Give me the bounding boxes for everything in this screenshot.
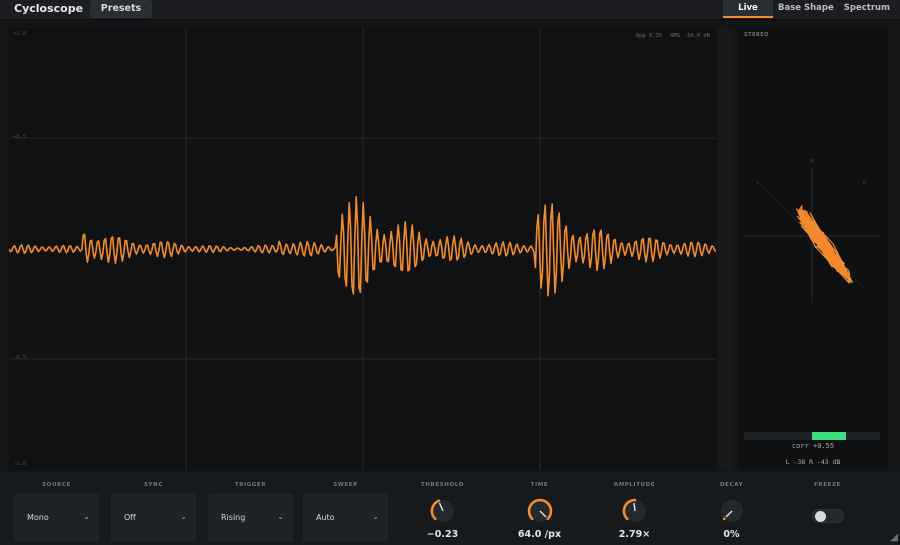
source-label: SOURCE xyxy=(42,482,71,488)
chevron-down-icon: ⌄ xyxy=(83,512,90,521)
chevron-down-icon: ⌄ xyxy=(180,512,187,521)
correlation-readout: corr +0.55 xyxy=(791,442,835,450)
control-bar: SOURCE Mono ⌄ SYNC Off ⌄ TRIGGER Rising … xyxy=(0,472,900,545)
sync-value: Off xyxy=(124,513,136,522)
axis-l-label: L xyxy=(757,180,760,186)
correlation-fill xyxy=(812,432,846,440)
rms-readout: RMS -34.0 dB xyxy=(670,33,710,39)
sweep-label: SWEEP xyxy=(333,482,358,488)
source-value: Mono xyxy=(27,513,49,522)
axis-r-label: R xyxy=(863,180,867,186)
y-label: -1.0 xyxy=(13,461,27,467)
app-title: Cycloscope xyxy=(14,2,84,15)
y-label: +0.5 xyxy=(13,134,27,140)
y-label: +1.0 xyxy=(13,31,27,37)
amplitude-knob[interactable] xyxy=(617,493,653,529)
y-label: -0.5 xyxy=(13,355,27,361)
trigger-dropdown[interactable]: Rising ⌄ xyxy=(208,494,293,542)
sweep-dropdown[interactable]: Auto ⌄ xyxy=(303,494,388,542)
axis-m-label: M xyxy=(810,159,815,165)
amplitude-label: AMPLITUDE xyxy=(613,482,656,488)
stereo-panel: STEREO M L R corr +0.55 L -38 R -43 dB xyxy=(738,28,888,470)
presets-button[interactable]: Presets xyxy=(90,0,152,18)
sweep-value: Auto xyxy=(316,513,335,522)
threshold-value: −0.23 xyxy=(426,529,459,540)
lissajous-path xyxy=(795,205,854,284)
freeze-toggle[interactable] xyxy=(812,509,844,523)
resize-grip-icon[interactable]: ◢ xyxy=(890,532,898,543)
time-value: 64.0 /px xyxy=(517,529,562,540)
decay-value: 0% xyxy=(723,529,740,540)
tab-base-shape[interactable]: Base Shape xyxy=(773,0,839,18)
sync-label: SYNC xyxy=(144,482,163,488)
chevron-down-icon: ⌄ xyxy=(372,512,379,521)
sync-dropdown[interactable]: Off ⌄ xyxy=(111,494,196,542)
stereo-scope xyxy=(744,168,880,303)
stereo-levels: L -38 R -43 dB xyxy=(785,458,841,466)
panel-divider[interactable] xyxy=(718,28,733,470)
tab-live[interactable]: Live xyxy=(723,0,773,18)
view-tabs: Live Base Shape Spectrum xyxy=(723,0,895,18)
vpp-readout: Vpp 0.35 xyxy=(635,33,663,39)
top-bar: Cycloscope Presets Live Base Shape Spect… xyxy=(0,0,900,20)
threshold-knob[interactable] xyxy=(425,493,461,529)
decay-knob[interactable] xyxy=(714,493,750,529)
freeze-label: FREEZE xyxy=(814,482,841,488)
source-dropdown[interactable]: Mono ⌄ xyxy=(14,494,99,542)
chevron-down-icon: ⌄ xyxy=(277,512,284,521)
time-knob[interactable] xyxy=(522,493,558,529)
tab-spectrum[interactable]: Spectrum xyxy=(839,0,895,18)
threshold-label: THRESHOLD xyxy=(420,482,465,488)
trigger-value: Rising xyxy=(221,513,246,522)
scope-stats: Vpp 0.35 RMS -34.0 dB xyxy=(636,33,710,39)
decay-label: DECAY xyxy=(719,482,744,488)
oscilloscope-display[interactable]: +1.0 +0.5 -0.5 -1.0 Vpp 0.35 RMS -34.0 d… xyxy=(9,28,716,470)
scope-canvas xyxy=(9,28,716,470)
amplitude-value: 2.79× xyxy=(618,529,651,540)
toggle-knob xyxy=(815,511,826,522)
trigger-label: TRIGGER xyxy=(234,482,267,488)
time-label: TIME xyxy=(530,482,549,488)
lissajous-trace xyxy=(795,205,854,284)
correlation-meter xyxy=(744,432,880,440)
